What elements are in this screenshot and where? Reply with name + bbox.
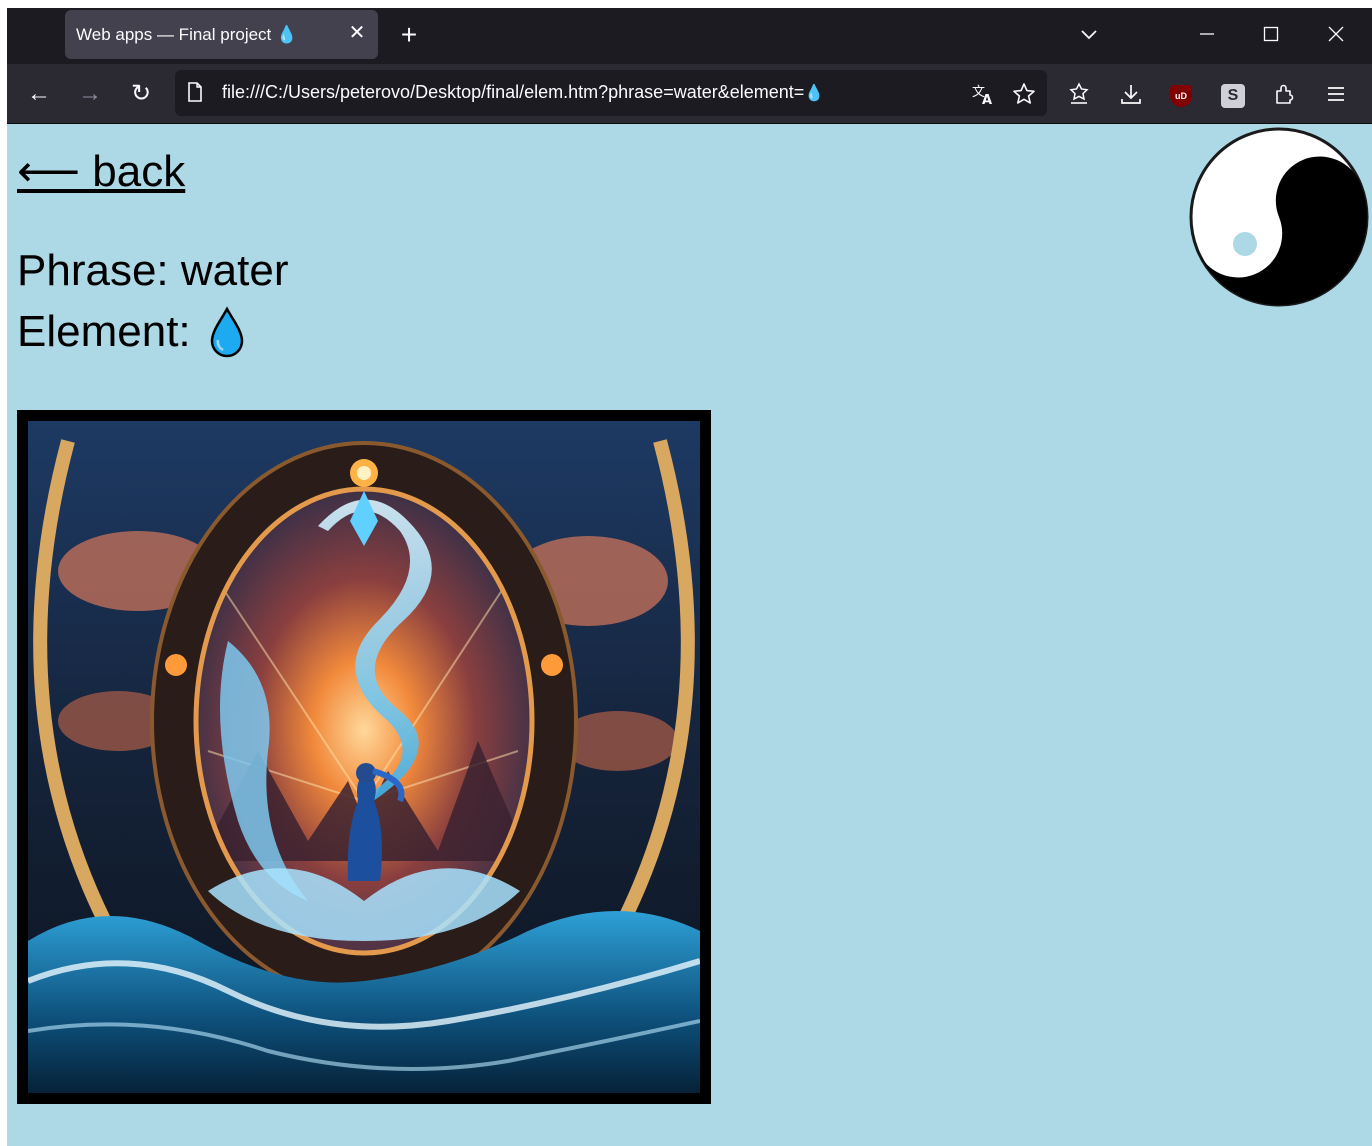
ublock-origin-icon[interactable]: uD [1170, 85, 1192, 107]
water-drop-icon [210, 306, 243, 358]
page-icon [188, 82, 202, 102]
url-text[interactable]: file:///C:/Users/peterovo/Desktop/final/… [222, 82, 824, 103]
maximize-button[interactable] [1251, 18, 1291, 50]
url-drop-emoji: 💧 [804, 85, 825, 102]
page-content: ⟵ back Phrase: water Element: [7, 124, 1372, 1146]
forward-button[interactable]: → [74, 78, 106, 110]
maximize-icon [1263, 26, 1279, 42]
yin-yang-icon [1189, 127, 1369, 307]
phrase-label: Phrase: [17, 246, 181, 295]
element-line: Element: [17, 306, 245, 358]
list-all-tabs-button[interactable] [1069, 18, 1109, 50]
navigation-toolbar: ← → ↻ file:///C:/Users/peterovo/Desktop/… [7, 64, 1372, 124]
hamburger-menu-icon[interactable] [1320, 78, 1352, 110]
close-window-button[interactable] [1316, 18, 1356, 50]
close-tab-button[interactable]: ✕ [345, 21, 369, 45]
chevron-down-icon [1081, 30, 1097, 40]
close-icon [1328, 26, 1344, 42]
back-button[interactable]: ← [23, 78, 55, 110]
save-to-pocket-icon[interactable] [1063, 78, 1095, 110]
browser-window: Web apps — Final project 💧 ✕ + ← → ↻ fil… [7, 8, 1372, 1146]
download-icon[interactable] [1115, 78, 1147, 110]
tab-drop-emoji: 💧 [276, 25, 298, 44]
phrase-value: water [180, 246, 289, 295]
phrase-line: Phrase: water [17, 246, 288, 296]
water-elemental-artwork [28, 421, 700, 1093]
minimize-icon [1200, 33, 1214, 35]
minimize-button[interactable] [1187, 18, 1227, 50]
new-tab-button[interactable]: + [394, 20, 424, 50]
back-link[interactable]: ⟵ back [17, 146, 185, 197]
element-image-frame [17, 410, 711, 1104]
active-tab[interactable]: Web apps — Final project 💧 ✕ [65, 10, 378, 59]
translate-icon[interactable]: 文A [969, 80, 997, 108]
s-extension-icon[interactable]: S [1221, 84, 1245, 108]
url-bar[interactable]: file:///C:/Users/peterovo/Desktop/final/… [175, 70, 1047, 116]
tab-strip: Web apps — Final project 💧 ✕ + [7, 8, 1372, 64]
tab-title: Web apps — Final project 💧 [76, 25, 298, 44]
reload-button[interactable]: ↻ [125, 78, 157, 110]
element-label: Element: [17, 307, 191, 356]
star-icon[interactable] [1010, 80, 1038, 108]
puzzle-icon[interactable] [1269, 78, 1301, 110]
svg-text:A: A [982, 93, 992, 106]
